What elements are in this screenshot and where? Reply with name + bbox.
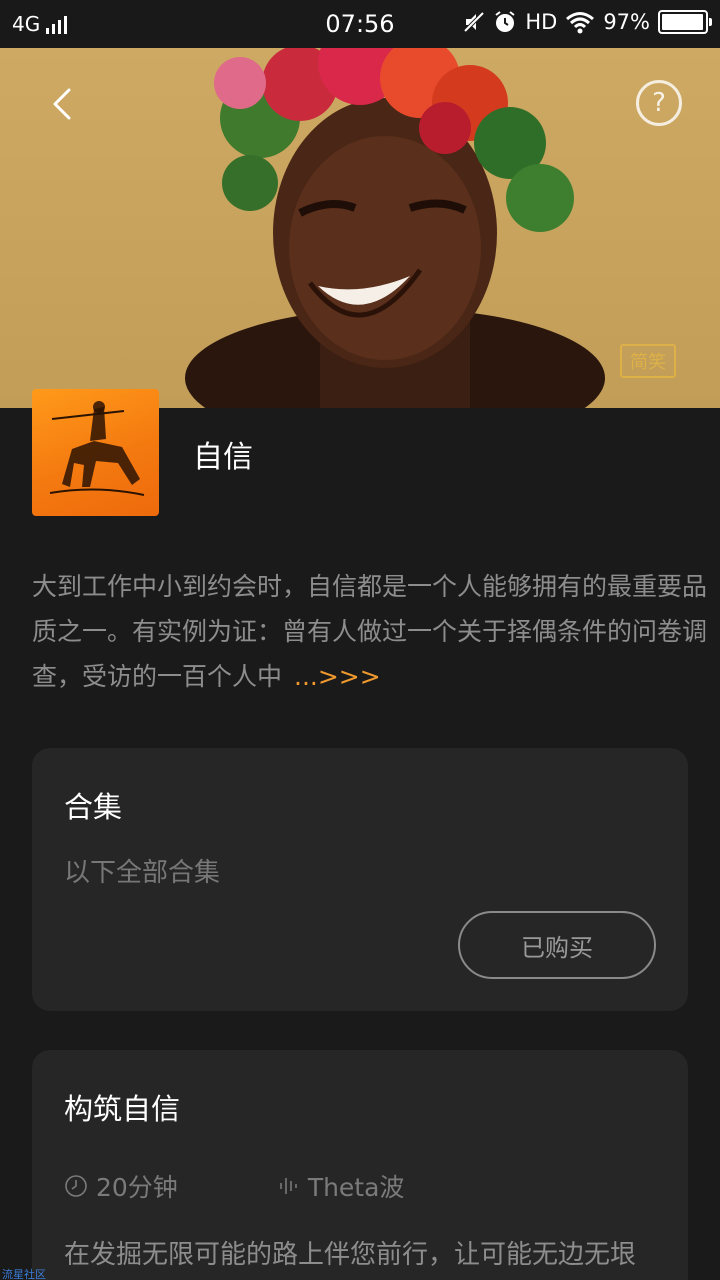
clock-icon	[65, 1175, 87, 1197]
sound-wave-icon	[280, 1178, 297, 1194]
track-card[interactable]: 构筑自信 20分钟 Theta波 在发掘无限可能的路上伴您前行，让可能无边无垠	[32, 1050, 688, 1280]
hd-label: HD	[525, 10, 558, 34]
battery-icon	[658, 10, 712, 34]
mute-icon	[463, 11, 485, 33]
back-button[interactable]	[40, 82, 84, 126]
album-description: 大到工作中小到约会时，自信都是一个人能够拥有的最重要品质之一。有实例为证：曾有人…	[32, 564, 707, 699]
expand-description-link[interactable]: ...>>>	[294, 662, 381, 691]
purchased-button[interactable]: 已购买	[458, 911, 656, 979]
chevron-left-icon	[53, 88, 71, 120]
track-title: 构筑自信	[64, 1092, 181, 1126]
duration-info: 20分钟	[64, 1168, 178, 1204]
wave-info: Theta波	[278, 1168, 405, 1204]
status-bar: 4G 07:56 HD 97%	[0, 0, 720, 48]
collection-title: 合集	[64, 790, 123, 824]
duration-text: 20分钟	[96, 1173, 178, 1202]
hero-image: ? 简笑	[0, 48, 720, 408]
status-icons: HD 97%	[463, 10, 712, 34]
battery-percent: 97%	[603, 10, 650, 34]
corner-watermark: 流星社区	[2, 1268, 46, 1280]
track-description: 在发掘无限可能的路上伴您前行，让可能无边无垠	[64, 1240, 637, 1270]
alarm-icon	[495, 11, 515, 32]
wave-text: Theta波	[307, 1173, 405, 1202]
track-meta: 20分钟 Theta波	[64, 1168, 404, 1204]
help-button[interactable]: ?	[636, 80, 682, 126]
watermark-logo: 简笑	[620, 344, 676, 378]
collection-card: 合集 以下全部合集 已购买	[32, 748, 688, 1011]
wifi-icon	[566, 12, 595, 34]
album-title: 自信	[193, 440, 253, 475]
hero-portrait-image	[185, 48, 605, 408]
knight-illustration-image	[49, 401, 145, 496]
question-circle-icon: ?	[652, 88, 666, 118]
album-cover	[32, 389, 159, 516]
collection-subtitle: 以下全部合集	[64, 858, 221, 888]
